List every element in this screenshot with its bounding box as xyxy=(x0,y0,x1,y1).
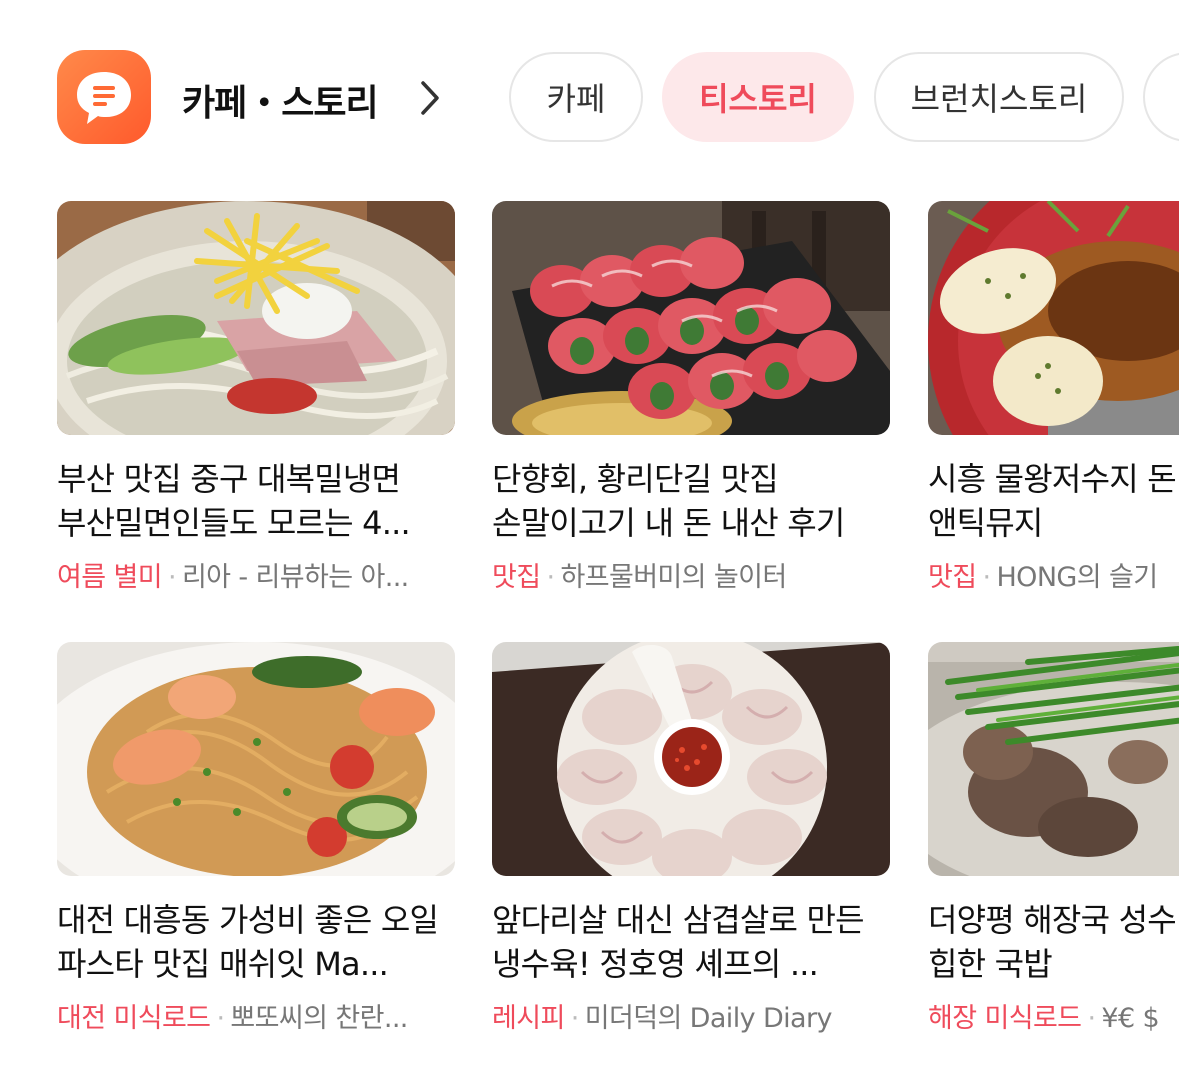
story-card[interactable]: 부산 맛집 중구 대복밀냉면 부산밀면인들도 모르는 4... 여름 별미 · 리아… xyxy=(57,201,455,601)
card-title[interactable]: 앞다리살 대신 삼겹살로 만든 냉수육! 정호영 셰프의 ... xyxy=(492,898,890,986)
cafe-story-app-icon xyxy=(57,50,151,144)
card-title[interactable]: 부산 맛집 중구 대복밀냉면 부산밀면인들도 모르는 4... xyxy=(57,457,455,545)
meta-separator: · xyxy=(167,562,177,593)
card-meta: 맛집 · 하프물버미의 놀이터 xyxy=(492,558,890,598)
meta-separator: · xyxy=(546,562,555,593)
card-category: 맛집 xyxy=(492,562,541,593)
section-header: 카페・스토리 카페 티스토리 브런치스토리 xyxy=(0,0,1179,190)
card-title[interactable]: 단향회, 황리단길 맛집 손말이고기 내 돈 내산 후기 xyxy=(492,457,890,545)
card-thumbnail[interactable] xyxy=(492,201,890,435)
story-card[interactable]: 단향회, 황리단길 맛집 손말이고기 내 돈 내산 후기 맛집 · 하프물버미의 놀… xyxy=(492,201,890,601)
meta-separator: · xyxy=(982,562,991,593)
card-meta: 레시피 · 미더덕의 Daily Diary xyxy=(492,999,890,1039)
card-title[interactable]: 시흥 물왕저수지 돈 스타 맛집 앤틱뮤지 xyxy=(928,457,1179,545)
meta-separator: · xyxy=(1087,1003,1096,1034)
meta-separator: · xyxy=(216,1003,225,1034)
card-source: 리아 - 리뷰하는 아... xyxy=(181,562,409,593)
tab-tistory[interactable]: 티스토리 xyxy=(662,52,854,142)
card-title[interactable]: 대전 대흥동 가성비 좋은 오일 파스타 맛집 매쉬잇 Ma... xyxy=(57,898,455,986)
section-title[interactable]: 카페・스토리 xyxy=(182,74,379,126)
meta-separator: · xyxy=(570,1003,580,1034)
card-meta: 맛집 · HONG의 슬기 xyxy=(928,558,1179,598)
card-thumbnail[interactable] xyxy=(57,642,455,876)
story-card[interactable]: 시흥 물왕저수지 돈 스타 맛집 앤틱뮤지 맛집·HONG의 슬기 xyxy=(928,201,1179,601)
card-source: 미더덕의 Daily Diary xyxy=(584,1003,833,1034)
card-title[interactable]: 더양평 해장국 성수 이 진하게 힙한 국밥 xyxy=(928,898,1179,986)
card-thumbnail[interactable] xyxy=(928,642,1179,876)
story-card[interactable]: 대전 대흥동 가성비 좋은 오일 파스타 맛집 매쉬잇 Ma... 대전 미식로… xyxy=(57,642,455,1042)
card-thumbnail[interactable] xyxy=(928,201,1179,435)
card-category: 맛집 xyxy=(928,562,977,593)
card-meta: 대전 미식로드 · 뽀또씨의 찬란... xyxy=(57,999,455,1039)
card-category: 레시피 xyxy=(492,1003,565,1034)
card-thumbnail[interactable] xyxy=(57,201,455,435)
card-meta: 해장 미식로드 · ¥€ $ xyxy=(928,999,1179,1039)
card-source: ¥€ $ xyxy=(1101,1003,1160,1034)
card-meta: 여름 별미 · 리아 - 리뷰하는 아... xyxy=(57,558,455,598)
chevron-right-icon[interactable] xyxy=(418,80,442,116)
card-category: 여름 별미 xyxy=(57,562,163,593)
card-source: 하프물버미의 놀이터 xyxy=(560,562,787,593)
story-card[interactable]: 앞다리살 대신 삼겹살로 만든 냉수육! 정호영 셰프의 ... 레시피 · 미더덕… xyxy=(492,642,890,1042)
tab-next-partial[interactable] xyxy=(1143,52,1179,142)
story-section: 카페・스토리 카페 티스토리 브런치스토리 부산 맛집 중구 대복밀냉면 부산밀… xyxy=(0,0,1179,1068)
story-card[interactable]: 더양평 해장국 성수 이 진하게 힙한 국밥 해장 미식로드·¥€ $ xyxy=(928,642,1179,1042)
card-category: 대전 미식로드 xyxy=(57,1003,211,1034)
card-thumbnail[interactable] xyxy=(492,642,890,876)
card-source: 뽀또씨의 찬란... xyxy=(230,1003,408,1034)
card-category: 해장 미식로드 xyxy=(928,1003,1082,1034)
tab-cafe[interactable]: 카페 xyxy=(509,52,643,142)
card-source: HONG의 슬기 xyxy=(996,562,1158,593)
tab-brunch-story[interactable]: 브런치스토리 xyxy=(874,52,1124,142)
